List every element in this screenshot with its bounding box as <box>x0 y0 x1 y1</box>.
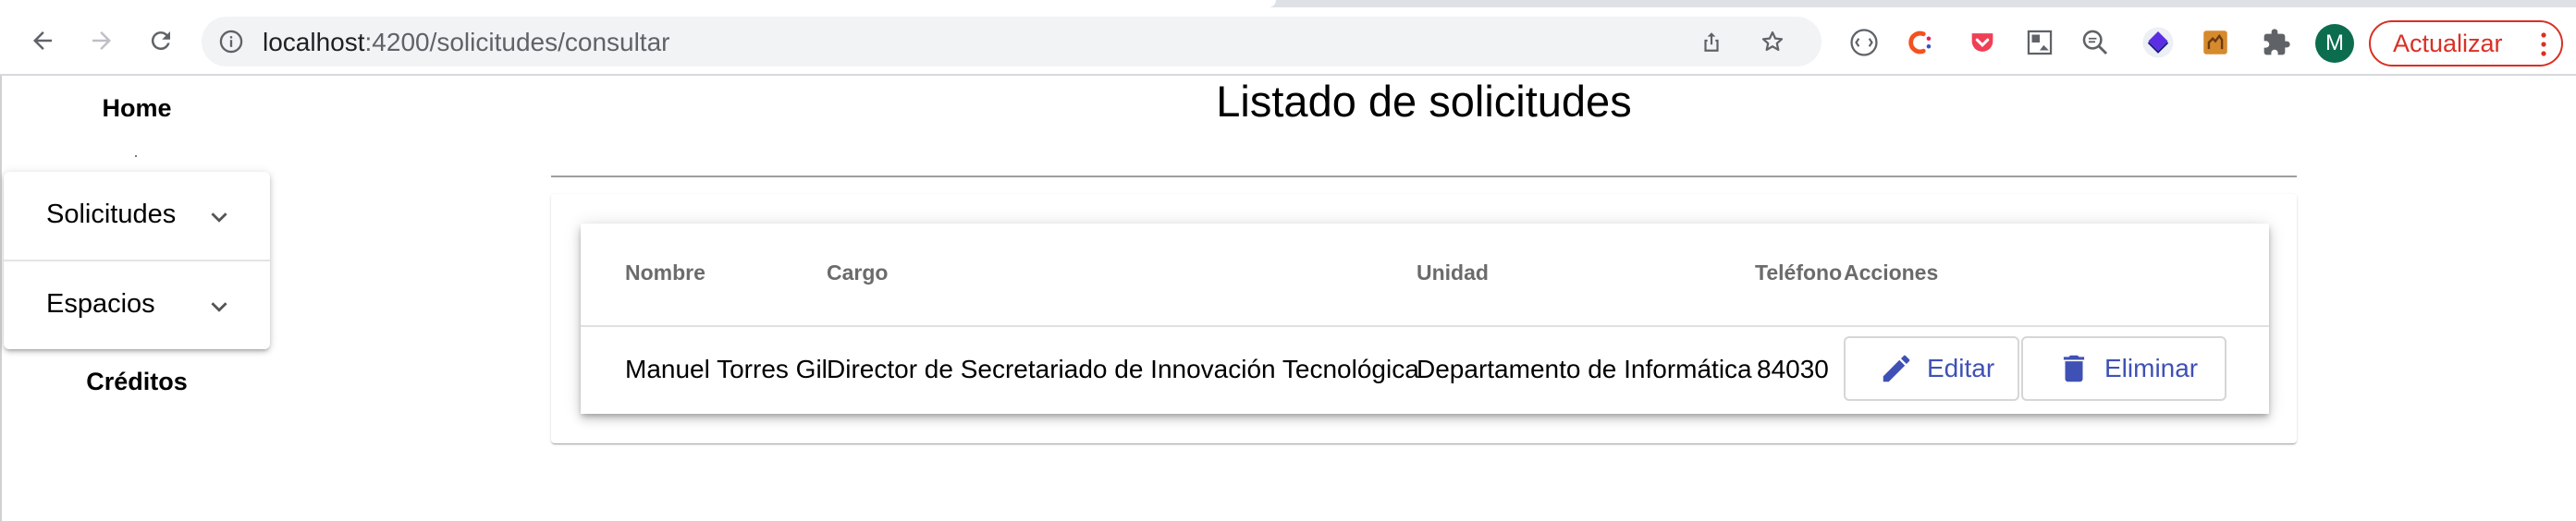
edit-button-label: Editar <box>1927 354 1995 382</box>
puzzle-icon[interactable] <box>2260 26 2293 59</box>
delete-button[interactable]: Eliminar <box>2021 336 2226 401</box>
cell-unidad: Departamento de Informática <box>1417 355 1752 383</box>
cell-telefono: 84030 <box>1757 355 1829 383</box>
star-icon[interactable] <box>1759 28 1786 55</box>
trash-icon <box>2063 355 2085 382</box>
update-button[interactable]: Actualizar <box>2369 20 2563 67</box>
c-extension-icon[interactable] <box>1903 26 1936 59</box>
url-path: :4200/solicitudes/consultar <box>364 28 670 56</box>
cell-nombre: Manuel Torres Gil <box>625 355 828 383</box>
window-left-border <box>0 76 2 521</box>
layers-extension-icon[interactable] <box>2141 26 2175 59</box>
camel-extension-icon[interactable] <box>2199 26 2232 59</box>
sidebar-dot <box>135 155 137 157</box>
column-header-telefono[interactable]: Teléfono <box>1755 260 1842 285</box>
avatar[interactable]: M <box>2315 24 2354 63</box>
reload-icon[interactable] <box>141 20 181 61</box>
chevron-down-icon[interactable] <box>207 205 231 234</box>
url-text: localhost:4200/solicitudes/consultar <box>263 30 670 55</box>
header-row-divider <box>581 325 2269 327</box>
update-button-label: Actualizar <box>2393 29 2503 57</box>
column-header-unidad[interactable]: Unidad <box>1417 260 1489 285</box>
requests-table: Nombre Cargo Unidad Teléfono Acciones Ma… <box>581 224 2269 414</box>
share-icon[interactable] <box>1698 28 1725 55</box>
more-vert-icon[interactable] <box>2539 31 2548 64</box>
sidebar-item-solicitudes[interactable]: Solicitudes <box>4 172 270 261</box>
back-arrow-icon[interactable] <box>22 20 63 61</box>
address-bar[interactable]: localhost:4200/solicitudes/consultar <box>202 17 1822 67</box>
page-title: Listado de solicitudes <box>1216 77 1632 126</box>
sidebar-item-espacios[interactable]: Espacios <box>4 261 270 349</box>
delete-button-label: Eliminar <box>2104 354 2199 382</box>
reader-extension-icon[interactable] <box>1847 26 1881 59</box>
pencil-icon <box>1883 355 1910 382</box>
forward-arrow-icon[interactable] <box>81 20 122 61</box>
info-icon[interactable] <box>218 29 244 59</box>
active-tab-edge <box>0 0 1276 7</box>
image-extension-icon[interactable] <box>2023 26 2056 59</box>
chevron-down-icon[interactable] <box>207 295 231 323</box>
column-header-nombre[interactable]: Nombre <box>625 260 705 285</box>
browser-toolbar: localhost:4200/solicitudes/consultar M A… <box>0 7 2576 76</box>
column-header-cargo[interactable]: Cargo <box>827 260 888 285</box>
sidebar-accordion: Solicitudes Espacios <box>4 172 270 349</box>
url-host: localhost <box>263 28 365 56</box>
edit-button[interactable]: Editar <box>1844 336 2019 401</box>
cell-cargo: Director de Secretariado de Innovación T… <box>827 355 1419 383</box>
title-divider <box>551 176 2297 177</box>
tab-strip <box>0 0 2576 7</box>
search-lens-icon[interactable] <box>2079 26 2112 59</box>
sidebar-item-home[interactable]: Home <box>0 94 274 123</box>
sidebar-item-label: Espacios <box>46 289 155 319</box>
sidebar-item-label: Solicitudes <box>46 200 177 229</box>
sidebar-item-creditos[interactable]: Créditos <box>0 368 274 396</box>
column-header-acciones: Acciones <box>1844 260 1939 285</box>
pocket-icon[interactable] <box>1966 26 1999 59</box>
